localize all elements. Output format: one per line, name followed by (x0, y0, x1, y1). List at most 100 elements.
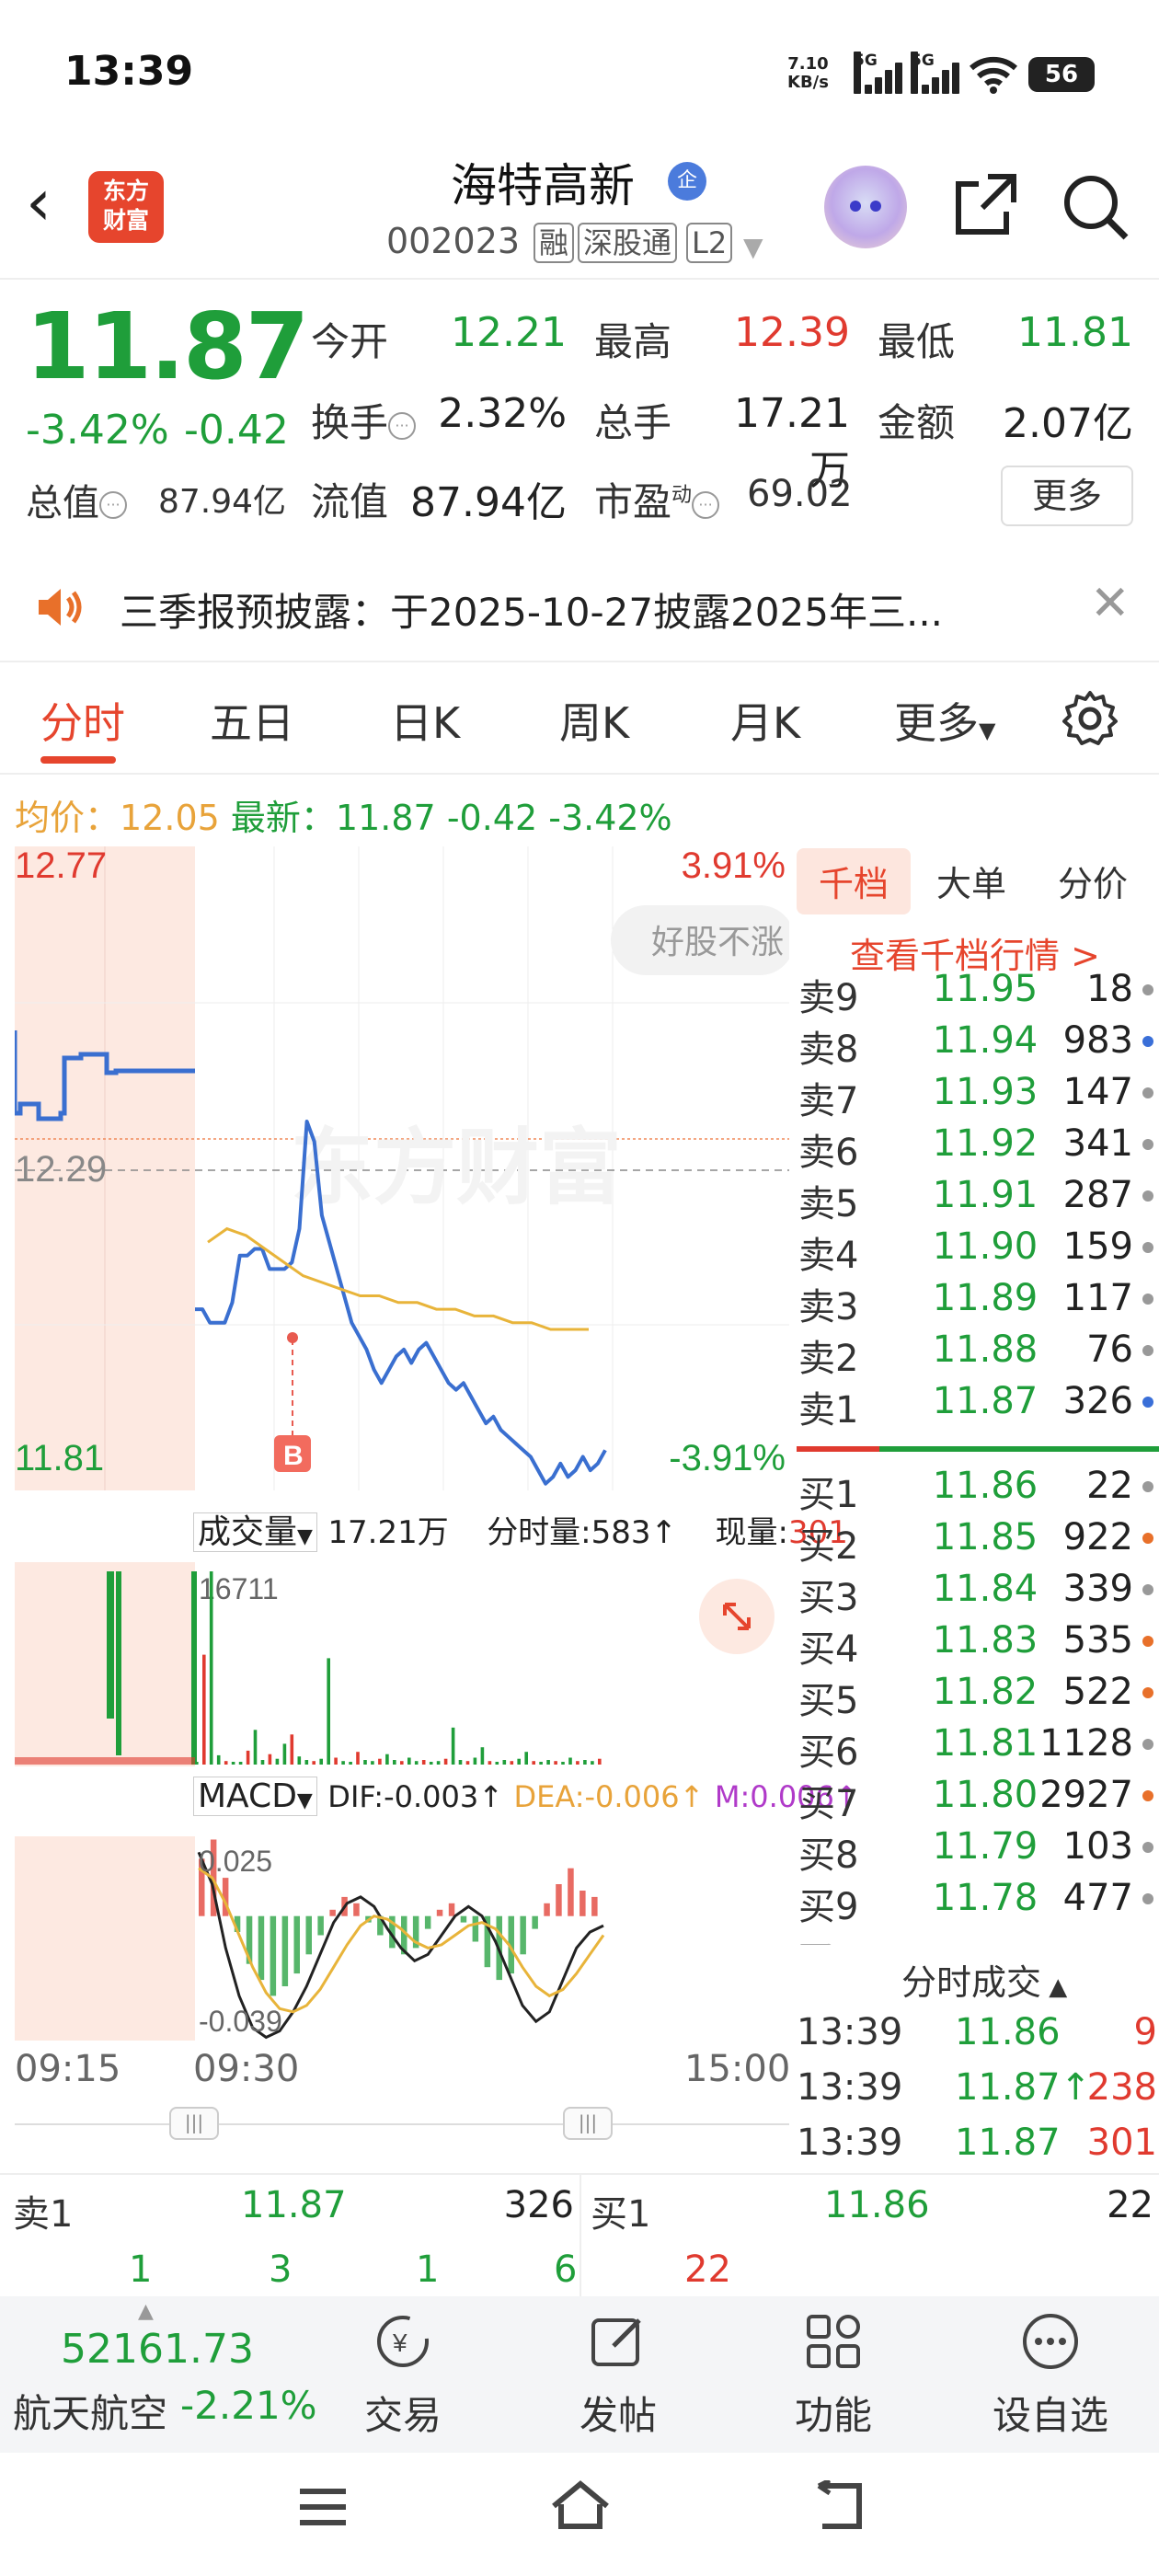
macd-dea: DEA:-0.006 (513, 1779, 680, 1814)
bid-level[interactable]: 买2 11.85 922 (797, 1516, 1159, 1568)
macd-bar (281, 1915, 289, 1986)
macd-selector[interactable]: MACD▼ (193, 1777, 317, 1816)
index-value[interactable]: 52161.73 (61, 2326, 254, 2373)
grid-icon (807, 2315, 860, 2368)
chevron-down-icon[interactable]: ▼ (743, 232, 763, 262)
logo-line1: 东方 (102, 178, 149, 204)
bid-level[interactable]: 买4 11.83 535 (797, 1619, 1159, 1671)
bid-level[interactable]: 买3 11.84 339 (797, 1568, 1159, 1619)
share-icon[interactable] (951, 171, 1019, 239)
intraday-chart[interactable]: 东方财富 好股不涨 B 12.77 12.29 11.81 3.91% -3.9… (15, 846, 789, 1490)
back-button[interactable]: ‹ (26, 170, 81, 239)
bid-level[interactable]: 买9 11.78 477 (797, 1877, 1159, 1928)
macd-bar (591, 1896, 598, 1916)
tab-big-orders[interactable]: 大单 (936, 856, 1006, 906)
open-label: 今开 (311, 319, 389, 364)
search-icon[interactable] (1060, 171, 1131, 243)
add-watchlist-button[interactable]: 设自选 (986, 2309, 1115, 2441)
high-value: 12.39 (734, 309, 850, 356)
level-dot (1142, 1294, 1153, 1305)
level-dot (1142, 1584, 1153, 1595)
y-bot-label: 11.81 (15, 1438, 104, 1478)
tab-price-dist[interactable]: 分价 (1058, 856, 1128, 906)
level-price: 11.95 (932, 968, 1039, 1010)
ask-level[interactable]: 卖1 11.87 326 (797, 1380, 1159, 1432)
level-qty: 103 (1062, 1825, 1133, 1868)
scroll-handle-right[interactable]: ||| (563, 2107, 613, 2140)
scroll-handle-left[interactable]: ||| (169, 2107, 219, 2140)
expand-icon[interactable] (699, 1579, 775, 1654)
close-icon[interactable]: ✕ (1090, 576, 1130, 631)
functions-button[interactable]: 功能 (769, 2309, 898, 2441)
info-icon[interactable]: ··· (388, 411, 417, 440)
chart-scrollbar[interactable] (15, 2123, 789, 2136)
pe-label-text: 市盈 (594, 479, 672, 524)
level-label: 卖1 (798, 1389, 859, 1432)
volume-bar (524, 1752, 528, 1765)
level-dot (1142, 1533, 1153, 1544)
volume-bar (436, 1761, 441, 1765)
level-price: 11.79 (932, 1825, 1039, 1868)
volume-bar (238, 1762, 243, 1765)
trade-price: 11.87 (955, 2122, 1061, 2164)
bid-level[interactable]: 买8 11.79 103 (797, 1825, 1159, 1877)
ask-level[interactable]: 卖4 11.90 159 (797, 1225, 1159, 1277)
bid-level[interactable]: 买6 11.81 1128 (797, 1722, 1159, 1774)
strip-buy-price: 11.86 (824, 2184, 930, 2226)
gear-icon[interactable] (1060, 688, 1120, 749)
post-button[interactable]: 发帖 (554, 2309, 683, 2441)
status-time: 13:39 (64, 48, 194, 95)
strip-sell-label: 卖1 (13, 2193, 74, 2236)
pe-value: 69.02 (747, 473, 853, 515)
edit-icon (591, 2318, 641, 2366)
tab-intraday[interactable]: 分时 (40, 690, 125, 751)
level-dot (1142, 1687, 1153, 1698)
tab-daily-k[interactable]: 日K (390, 690, 460, 751)
tab-monthly-k[interactable]: 月K (730, 690, 800, 751)
bid-level[interactable]: 买1 11.86 22 (797, 1465, 1159, 1516)
bid-level[interactable]: 买5 11.82 522 (797, 1671, 1159, 1722)
tab-weekly-k[interactable]: 周K (559, 690, 629, 751)
tab-depth[interactable]: 千档 (819, 856, 889, 906)
time-end: 15:00 (684, 2048, 791, 2090)
volume-bar (583, 1760, 587, 1765)
volume-bar (385, 1754, 389, 1765)
ask-level[interactable]: 卖6 11.92 341 (797, 1122, 1159, 1174)
volume-bar (107, 1571, 114, 1719)
level-price: 11.85 (932, 1516, 1039, 1558)
turnover-value: 2.32% (438, 390, 567, 437)
menu-icon[interactable] (296, 2484, 350, 2530)
change-percent: -3.42% (26, 407, 169, 454)
home-icon[interactable] (548, 2478, 613, 2534)
ask-level[interactable]: 卖9 11.95 18 (797, 968, 1159, 1019)
bid-level[interactable]: 买7 11.80 2927 (797, 1774, 1159, 1825)
ask-level[interactable]: 卖7 11.93 147 (797, 1071, 1159, 1122)
turnover-label: 换手 ··· (311, 392, 417, 448)
ask-level[interactable]: 卖8 11.94 983 (797, 1019, 1159, 1071)
volume-selector[interactable]: 成交量▼ (193, 1512, 317, 1552)
net-unit: KB/s (787, 73, 829, 92)
level-label: 卖5 (798, 1183, 859, 1225)
macd-bar (293, 1915, 300, 1974)
info-icon[interactable]: ··· (692, 490, 720, 519)
ask-level[interactable]: 卖3 11.89 117 (797, 1277, 1159, 1328)
info-icon[interactable]: ··· (99, 491, 127, 519)
tab-more[interactable]: 更多▼ (894, 690, 995, 751)
back-nav-icon[interactable] (809, 2480, 868, 2532)
more-icon (1023, 2314, 1078, 2369)
level-dot (1142, 1739, 1153, 1750)
macd-bar (568, 1868, 574, 1916)
ask-level[interactable]: 卖2 11.88 76 (797, 1328, 1159, 1380)
macd-bar (317, 1915, 324, 1936)
assistant-avatar[interactable] (824, 166, 907, 248)
float-value: 87.94亿 (410, 479, 567, 526)
amount-label: 金额 (878, 400, 956, 445)
trades-title[interactable]: 分时成交 ▲ (901, 1954, 1067, 2005)
trade-button[interactable]: ¥ 交易 (339, 2309, 467, 2441)
ask-level[interactable]: 卖5 11.91 287 (797, 1174, 1159, 1225)
index-name[interactable]: 航天航空 (13, 2383, 167, 2439)
tab-five-day[interactable]: 五日 (210, 690, 294, 751)
level-price: 11.82 (932, 1671, 1039, 1713)
level-price: 11.88 (932, 1328, 1039, 1371)
more-button[interactable]: 更多 (1001, 466, 1133, 526)
